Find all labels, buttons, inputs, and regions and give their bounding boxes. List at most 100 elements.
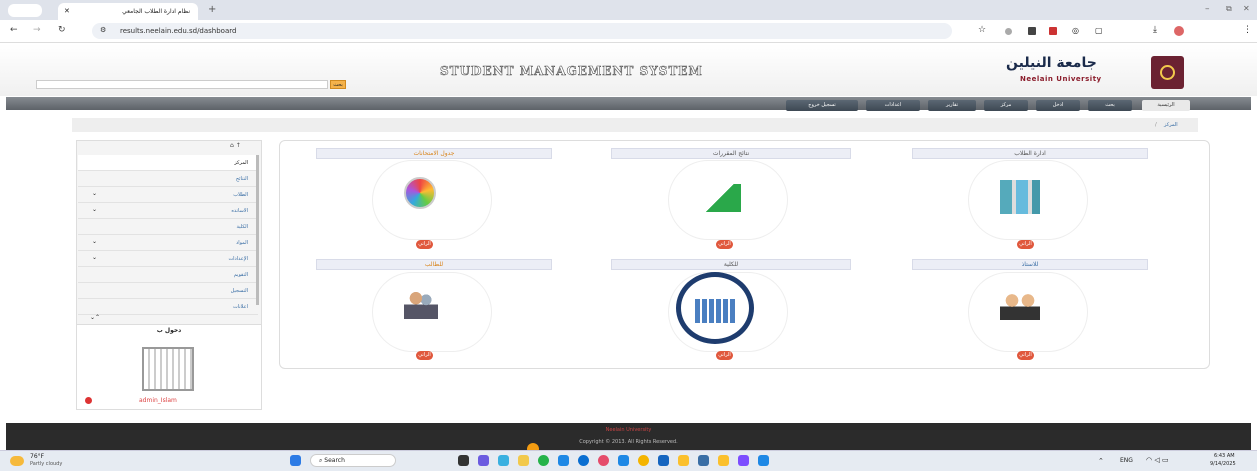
url-text: results.neelain.edu.sd/dashboard (120, 27, 237, 35)
address-row: ← → ↻ ⚙ results.neelain.edu.sd/dashboard… (0, 20, 1257, 43)
taskbar-search[interactable]: ⌕ Search (310, 454, 396, 467)
user-status-icon (85, 397, 92, 404)
edge-icon[interactable] (578, 455, 589, 466)
forward-icon[interactable]: → (33, 25, 41, 35)
sidebar-item-settings[interactable]: الإعدادات (78, 251, 258, 267)
close-tab-icon[interactable]: ✕ (64, 7, 70, 15)
chevron-down-icon[interactable]: ⌄ (92, 238, 97, 245)
nav-search[interactable]: بحث (1088, 100, 1132, 111)
browser-tab[interactable]: نظام ادارة الطلاب الجامعي ✕ (58, 3, 198, 20)
logo-english-text: Neelain University (1020, 75, 1102, 83)
sidebar-home-icon[interactable]: ⌂ ↑ (230, 142, 241, 149)
wifi-volume-icon[interactable]: ◠ ◁ ▭ (1146, 456, 1169, 464)
card-button-student[interactable]: الراتي (416, 351, 433, 360)
card-title-student-admin: ادارة الطلاب (912, 148, 1148, 159)
back-icon[interactable]: ← (10, 25, 18, 35)
widgets-icon[interactable] (498, 455, 509, 466)
app-icon-2[interactable] (618, 455, 629, 466)
breadcrumb-separator: / (1155, 122, 1157, 128)
app-icon-5[interactable] (698, 455, 709, 466)
sidebar-scrollbar[interactable] (256, 155, 259, 305)
nav-enter[interactable]: ادخل (1036, 100, 1080, 111)
extension-icon[interactable] (1005, 28, 1012, 35)
minimize-icon[interactable]: – (1205, 4, 1210, 14)
user-avatar (142, 347, 194, 391)
app-icon-4[interactable] (678, 455, 689, 466)
copilot-icon[interactable] (478, 455, 489, 466)
student-icon (404, 287, 438, 319)
app-icon[interactable] (598, 455, 609, 466)
banner-title: STUDENT MANAGEMENT SYSTEM (440, 64, 703, 79)
sidebar-item-courses[interactable]: المواد (78, 235, 258, 251)
logo-emblem-icon (1160, 65, 1175, 80)
tab-list-button[interactable] (8, 4, 42, 17)
page-footer: Neelain University Copyright © 2013. All… (6, 423, 1251, 455)
card-button-teacher[interactable]: الراتي (1017, 351, 1034, 360)
search-input[interactable] (36, 80, 328, 89)
chevron-down-icon[interactable]: ⌄ (92, 206, 97, 213)
maximize-icon[interactable]: ⧉ (1226, 4, 1232, 14)
card-button-exam-schedule[interactable]: الراتي (416, 240, 433, 249)
chevron-down-icon[interactable]: ⌄ (92, 190, 97, 197)
chrome-icon[interactable] (638, 455, 649, 466)
login-title: دخول ب (156, 327, 182, 334)
nav-center[interactable]: مركز (984, 100, 1028, 111)
bookmark-star-icon[interactable]: ☆ (978, 25, 986, 35)
sidebar-item-announcements[interactable]: اعلانات (78, 299, 258, 315)
file-explorer-icon[interactable] (518, 455, 529, 466)
username-label[interactable]: admin_Islam (139, 397, 177, 404)
breadcrumb-home[interactable]: المركز (1164, 122, 1178, 128)
tray-chevron-icon[interactable]: ⌃ (1098, 457, 1104, 465)
card-title-course-results: نتائج المقررات (611, 148, 851, 159)
url-bar[interactable]: ⚙ results.neelain.edu.sd/dashboard (92, 23, 952, 39)
store-icon[interactable] (558, 455, 569, 466)
card-button-course-results[interactable]: الراتي (716, 240, 733, 249)
pdf-extension-icon[interactable] (1049, 27, 1057, 35)
university-logo (1151, 56, 1184, 89)
nav-reports[interactable]: تقارير (928, 100, 976, 111)
search-button[interactable]: بحث (330, 80, 346, 89)
task-view-icon[interactable] (458, 455, 469, 466)
start-icon[interactable] (290, 455, 301, 466)
folders-icon (1000, 180, 1040, 214)
login-panel: دخول ب admin_Islam (76, 324, 262, 410)
window-close-icon[interactable]: ✕ (1243, 4, 1250, 13)
chevron-down-icon[interactable]: ⌄ (92, 254, 97, 261)
card-button-student-admin[interactable]: الراتي (1017, 240, 1034, 249)
download-icon[interactable]: ⤓ (1153, 25, 1157, 35)
sidebar-item-calendar[interactable]: التقويم (78, 267, 258, 283)
language-indicator[interactable]: ENG (1120, 457, 1133, 464)
app-icon-3[interactable] (658, 455, 669, 466)
nav-home[interactable]: الرئيسية (1142, 100, 1190, 111)
camera-extension-icon[interactable]: ◎ (1072, 26, 1079, 35)
sidebar-item-registration[interactable]: التسجيل (78, 283, 258, 299)
app-icon-8[interactable] (758, 455, 769, 466)
sidebar-item-results[interactable]: النتائج (78, 171, 258, 187)
reload-icon[interactable]: ↻ (58, 25, 66, 35)
sidebar-item-center[interactable]: المركز (78, 155, 258, 171)
clock-time[interactable]: 6:43 AM (1214, 453, 1235, 459)
weather-temp[interactable]: 76°F (30, 453, 44, 460)
weather-desc: Partly cloudy (30, 461, 63, 467)
site-info-icon[interactable]: ⚙ (100, 26, 106, 34)
card-title-exam-schedule: جدول الامتحانات (316, 148, 552, 159)
building-icon (676, 272, 754, 344)
app-icon-7[interactable] (738, 455, 749, 466)
sidebar-item-students[interactable]: الطلاب (78, 187, 258, 203)
collapse-chevron-icon[interactable]: ⌄⌃ (90, 314, 100, 321)
nav-logout[interactable]: تسجيل خروج (786, 100, 858, 111)
new-tab-icon[interactable]: + (208, 4, 216, 15)
sidebar-item-faculty[interactable]: الكلية (78, 219, 258, 235)
whatsapp-icon[interactable] (538, 455, 549, 466)
card-button-faculty[interactable]: الراتي (716, 351, 733, 360)
profile-avatar[interactable] (1174, 26, 1184, 36)
card-title-faculty: للكلية (611, 259, 851, 270)
sidebar-item-teachers[interactable]: الاساتذه (78, 203, 258, 219)
app-icon-6[interactable] (718, 455, 729, 466)
chart-icon (705, 184, 741, 212)
browser-menu-icon[interactable]: ⋮ (1243, 25, 1252, 35)
nav-settings[interactable]: اعدادات (866, 100, 920, 111)
extension-icon-2[interactable] (1028, 27, 1036, 35)
puzzle-icon[interactable]: ▢ (1095, 26, 1103, 35)
breadcrumb: المركز / (72, 118, 1198, 132)
